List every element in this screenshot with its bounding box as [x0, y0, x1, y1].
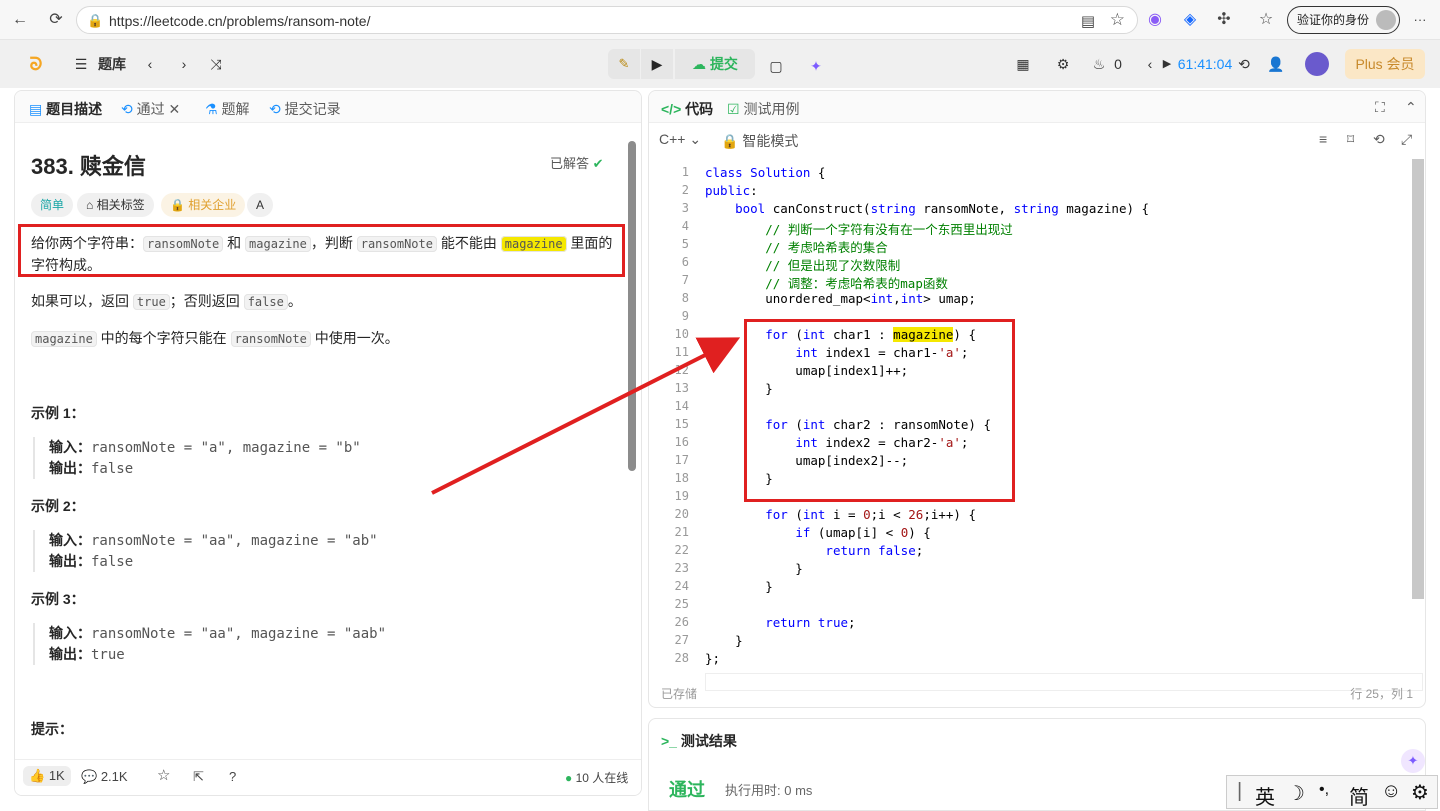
- annotation-arrow: [431, 337, 741, 495]
